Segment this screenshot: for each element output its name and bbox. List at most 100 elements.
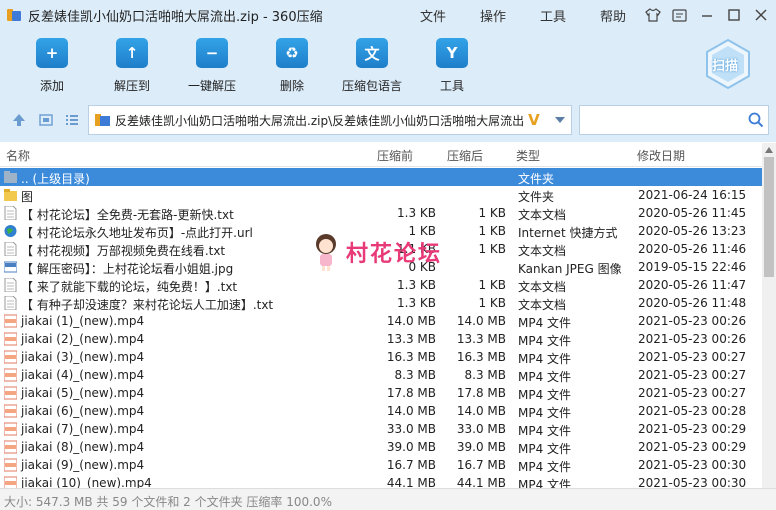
column-date[interactable]: 修改日期 <box>637 147 685 164</box>
add-label: 添加 <box>39 79 64 93</box>
search-input[interactable] <box>579 105 769 135</box>
file-date: 2020-05-26 11:45 <box>638 206 747 220</box>
maximize-icon[interactable] <box>724 6 743 25</box>
file-packed-size: 14.0 MB <box>456 314 506 328</box>
one-click-extract-button[interactable]: − 一键解压 <box>172 38 252 94</box>
file-row[interactable]: jiakai (2)_(new).mp4 13.3 MB 13.3 MB MP4 文件… <box>0 330 762 348</box>
column-name[interactable]: 名称 <box>6 147 30 164</box>
file-row[interactable]: jiakai (9)_(new).mp4 16.7 MB 16.7 MB MP4 文件… <box>0 456 762 474</box>
chevron-down-icon[interactable] <box>554 113 566 127</box>
extract-to-icon: ↑ <box>116 38 148 68</box>
file-row[interactable]: 图 文件夹 2021-06-24 16:15 <box>0 186 762 204</box>
file-size: 16.7 MB <box>386 458 436 472</box>
feedback-icon[interactable] <box>670 6 689 25</box>
file-type: MP4 文件 <box>518 406 572 420</box>
archive-language-button[interactable]: 文 压缩包语言 <box>332 38 412 94</box>
file-row[interactable]: jiakai (8)_(new).mp4 39.0 MB 39.0 MB MP4 文件… <box>0 438 762 456</box>
scroll-up-icon[interactable] <box>765 147 773 153</box>
file-row[interactable]: .. (上级目录) 文件夹 <box>0 168 762 186</box>
file-row[interactable]: jiakai (4)_(new).mp4 8.3 MB 8.3 MB MP4 文件 20… <box>0 366 762 384</box>
file-size: 16.3 MB <box>386 350 436 364</box>
vip-icon[interactable]: V <box>528 111 540 129</box>
up-arrow-icon[interactable] <box>12 113 26 127</box>
file-type: 文件夹 <box>518 172 555 186</box>
txt-icon <box>4 295 17 311</box>
path-field[interactable]: 反差婊佳凯小仙奶口活啪啪大屌流出.zip\反差婊佳凯小仙奶口活啪啪大屌流出 V <box>88 105 572 135</box>
column-packed[interactable]: 压缩后 <box>447 147 483 164</box>
file-size: 13.3 MB <box>386 332 436 346</box>
menu-operation[interactable]: 操作 <box>480 6 540 25</box>
file-date: 2020-05-26 11:46 <box>638 242 747 256</box>
txt-icon <box>4 277 17 293</box>
file-size: 1.3 KB <box>397 278 436 292</box>
file-list-header: 名称 压缩前 压缩后 类型 修改日期 <box>0 143 762 167</box>
file-name: 【 解压密码】：上村花论坛看小姐姐.jpg <box>21 262 234 276</box>
title-bar: 反差婊佳凯小仙奶口活啪啪大屌流出.zip - 360压缩 文件 操作 工具 帮助 <box>0 0 776 30</box>
mp4-icon <box>3 476 18 488</box>
file-type: 文本文档 <box>518 244 567 258</box>
file-packed-size: 1 KB <box>478 242 506 256</box>
file-packed-size: 16.3 MB <box>456 350 506 364</box>
file-row[interactable]: jiakai (7)_(new).mp4 33.0 MB 33.0 MB MP4 文件… <box>0 420 762 438</box>
scan-label: 扫描 <box>712 59 739 74</box>
file-size: 14.0 MB <box>386 314 436 328</box>
thumbnail-view-icon[interactable] <box>39 113 53 127</box>
file-size: 1.3 KB <box>397 296 436 310</box>
vertical-scrollbar[interactable] <box>762 143 776 488</box>
file-size: 44.1 MB <box>386 476 436 488</box>
file-date: 2021-05-23 00:30 <box>638 476 747 488</box>
txt-icon <box>4 241 17 257</box>
file-type: Internet 快捷方式 <box>518 226 618 240</box>
file-name: jiakai (6)_(new).mp4 <box>21 404 145 418</box>
file-date: 2021-05-23 00:29 <box>638 440 747 454</box>
window-controls <box>643 0 770 30</box>
jpg-icon <box>3 260 18 274</box>
file-row[interactable]: 【 解压密码】：上村花论坛看小姐姐.jpg 0 KB Kankan JPEG 图像 2… <box>0 258 762 276</box>
file-type: MP4 文件 <box>518 334 572 348</box>
txt-icon <box>4 205 17 221</box>
close-icon[interactable] <box>751 6 770 25</box>
file-row[interactable]: jiakai (3)_(new).mp4 16.3 MB 16.3 MB MP4 文件… <box>0 348 762 366</box>
file-size: 8.3 MB <box>394 368 436 382</box>
mp4-icon <box>3 458 18 472</box>
file-name: jiakai (1)_(new).mp4 <box>21 314 145 328</box>
file-row[interactable]: jiakai (5)_(new).mp4 17.8 MB 17.8 MB MP4 文件… <box>0 384 762 402</box>
file-packed-size: 1 KB <box>478 224 506 238</box>
file-packed-size: 8.3 MB <box>464 368 506 382</box>
tools-button[interactable]: Y 工具 <box>412 38 492 94</box>
list-view-icon[interactable] <box>65 113 79 127</box>
file-name: 【 村花论坛永久地址发布页】-点此打开.url <box>21 226 253 240</box>
mp4-icon <box>3 350 18 364</box>
file-date: 2021-05-23 00:26 <box>638 332 747 346</box>
file-type: MP4 文件 <box>518 370 572 384</box>
file-size: 1.3 KB <box>397 206 436 220</box>
column-type[interactable]: 类型 <box>516 147 540 164</box>
skin-icon[interactable] <box>643 6 662 25</box>
file-row[interactable]: 【 村花视频】万部视频免费在线看.txt 1.1 KB 1 KB 文本文档 2020-0… <box>0 240 762 258</box>
file-row[interactable]: 【 村花论坛永久地址发布页】-点此打开.url 1 KB 1 KB Internet … <box>0 222 762 240</box>
minimize-icon[interactable] <box>697 6 716 25</box>
extract-to-button[interactable]: ↑ 解压到 <box>92 38 172 94</box>
file-row[interactable]: 【 来了就能下载的论坛，纯免费！】.txt 1.3 KB 1 KB 文本文档 2020-… <box>0 276 762 294</box>
file-date: 2019-05-15 22:46 <box>638 260 747 274</box>
file-size: 0 KB <box>408 260 436 274</box>
scan-button[interactable]: 扫描 <box>704 38 752 90</box>
file-row[interactable]: 【 有种子却没速度？来村花论坛人工加速】.txt 1.3 KB 1 KB 文本文档 20… <box>0 294 762 312</box>
add-button[interactable]: + 添加 <box>12 38 92 94</box>
menu-file[interactable]: 文件 <box>420 6 480 25</box>
menu-tools[interactable]: 工具 <box>540 6 600 25</box>
file-date: 2020-05-26 11:47 <box>638 278 747 292</box>
file-name: jiakai (7)_(new).mp4 <box>21 422 145 436</box>
file-type: 文件夹 <box>518 190 555 204</box>
delete-button[interactable]: ♻ 删除 <box>252 38 332 94</box>
file-row[interactable]: jiakai (10)_(new).mp4 44.1 MB 44.1 MB MP4 文… <box>0 474 762 488</box>
file-row[interactable]: jiakai (6)_(new).mp4 14.0 MB 14.0 MB MP4 文件… <box>0 402 762 420</box>
mp4-icon <box>3 440 18 454</box>
search-icon[interactable] <box>748 112 764 131</box>
file-date: 2020-05-26 11:48 <box>638 296 747 310</box>
file-row[interactable]: jiakai (1)_(new).mp4 14.0 MB 14.0 MB MP4 文件… <box>0 312 762 330</box>
file-size: 39.0 MB <box>386 440 436 454</box>
scroll-thumb[interactable] <box>764 157 774 277</box>
file-row[interactable]: 【 村花论坛】全免费-无套路-更新快.txt 1.3 KB 1 KB 文本文档 2020… <box>0 204 762 222</box>
column-size[interactable]: 压缩前 <box>377 147 413 164</box>
